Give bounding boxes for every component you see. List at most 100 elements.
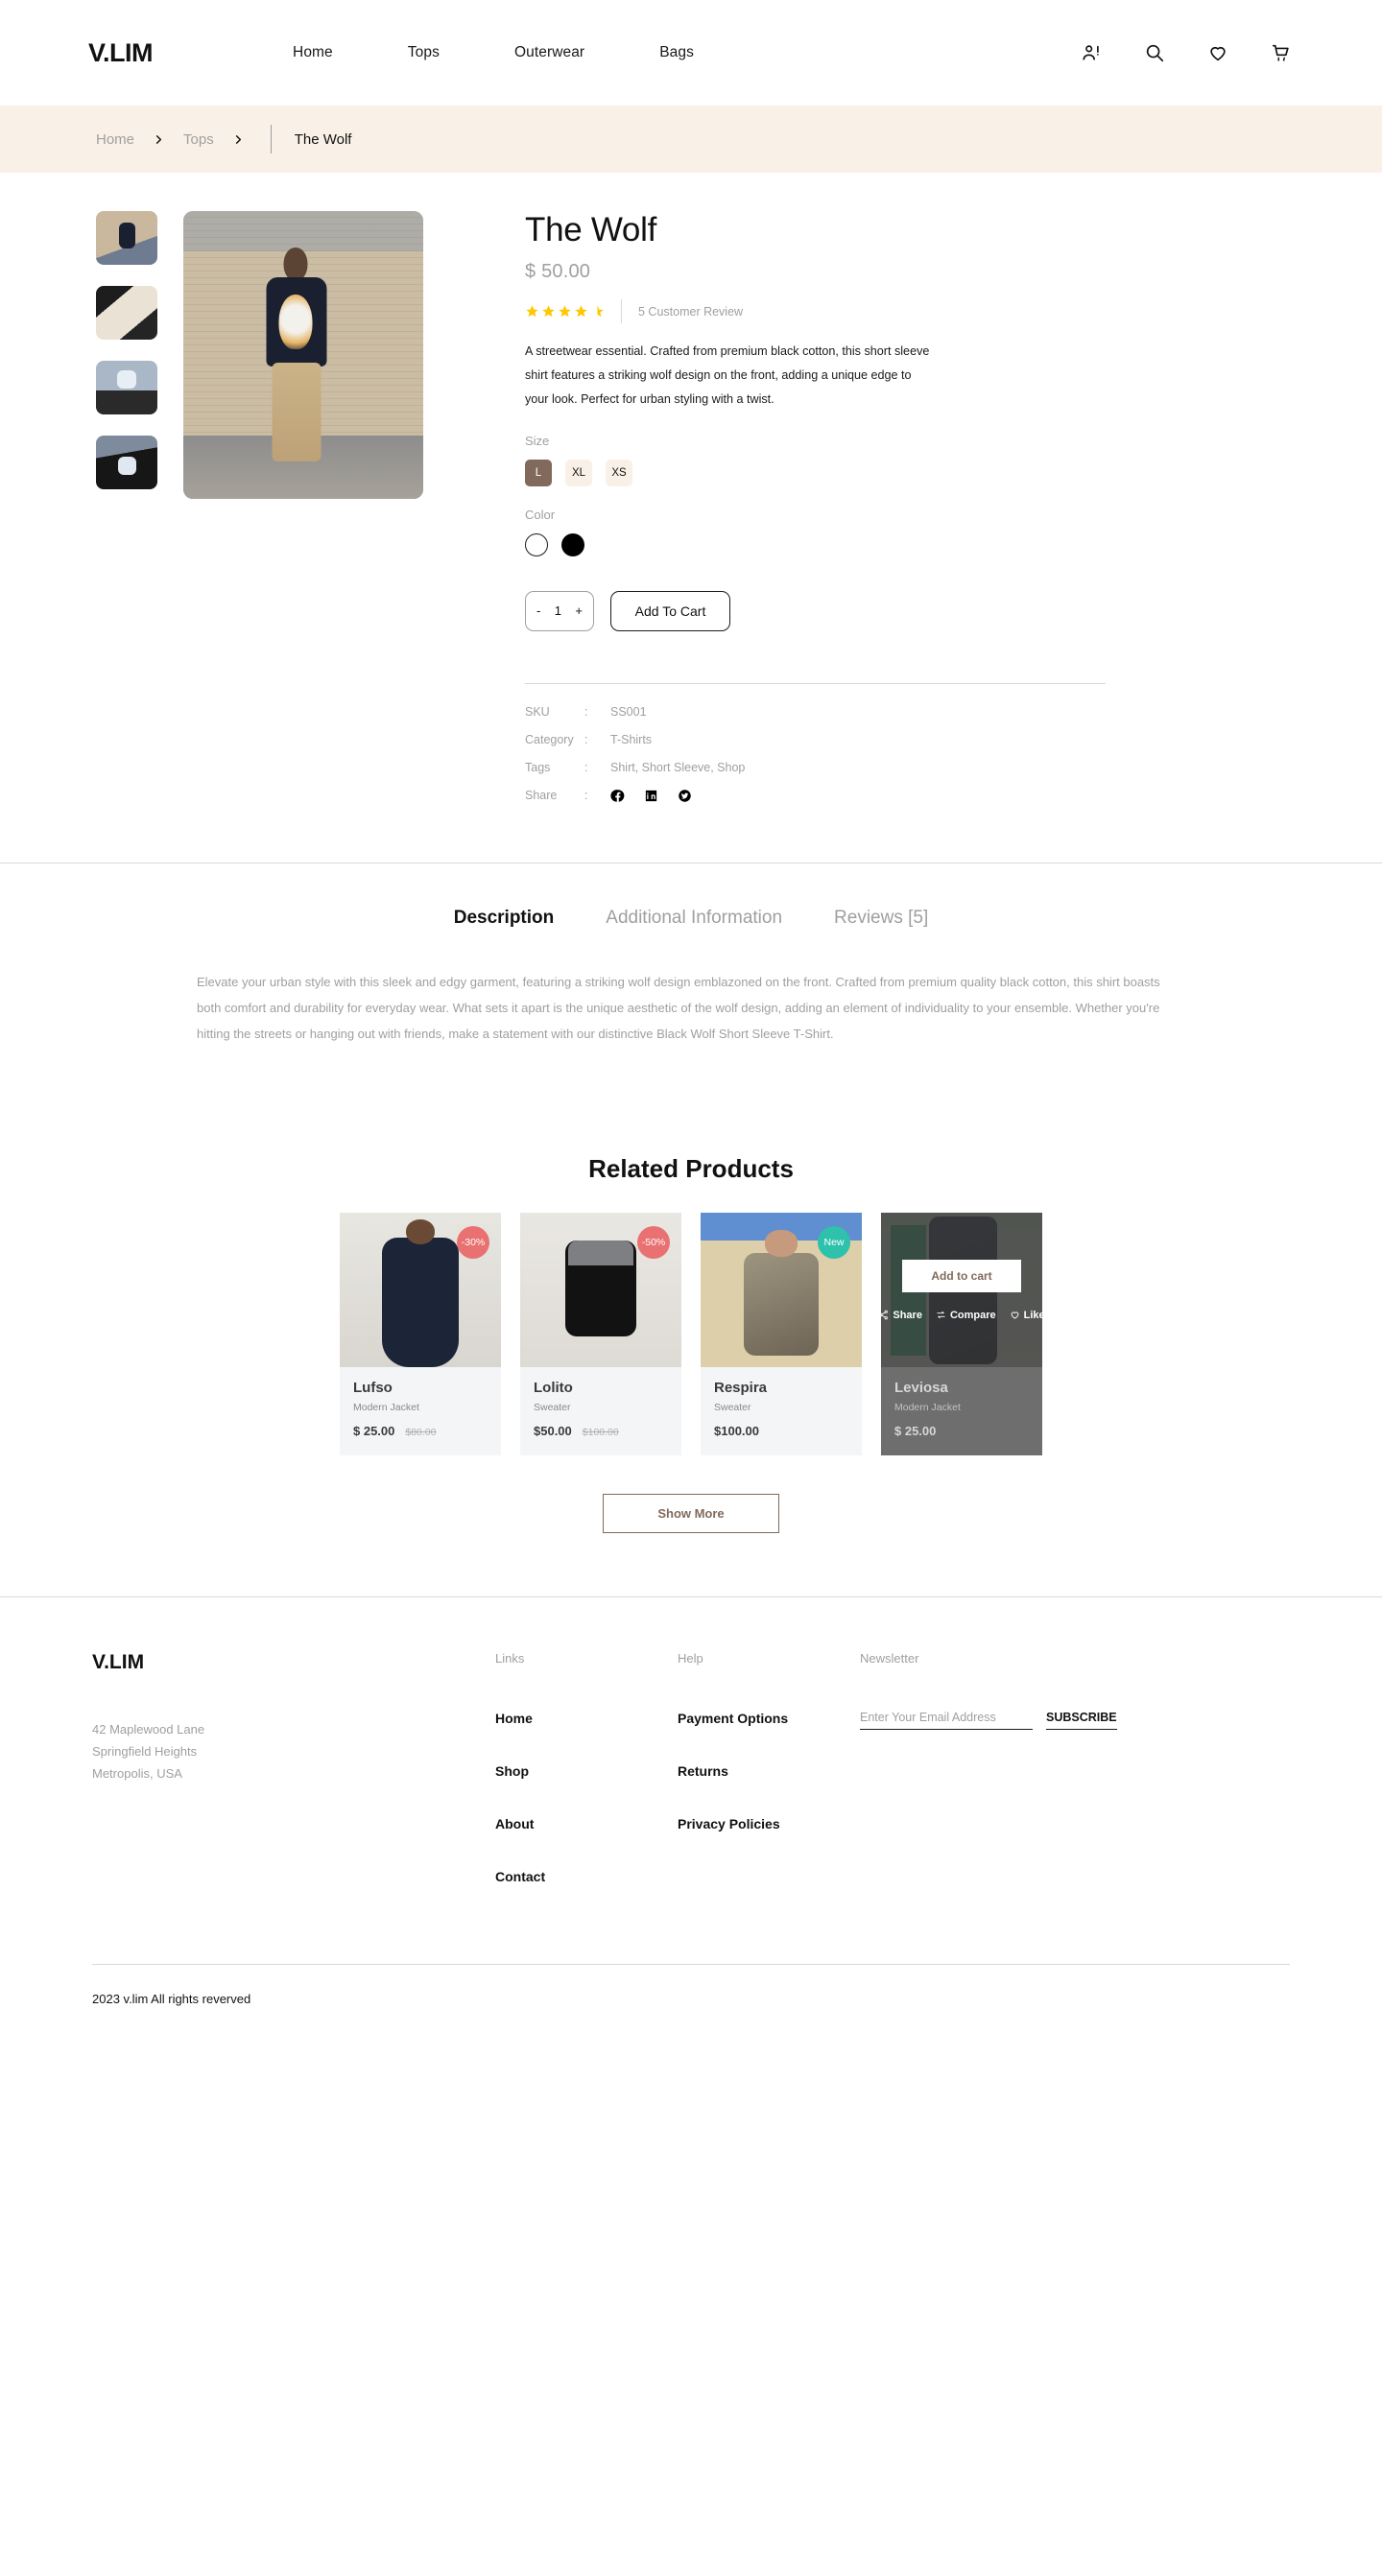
show-more-wrapper: Show More (0, 1494, 1382, 1534)
chevron-right-icon (154, 134, 164, 145)
discount-badge: -30% (457, 1226, 489, 1260)
product-card-lufso[interactable]: -30% Lufso Modern Jacket $ 25.00 $80.00 (340, 1213, 501, 1456)
overlay-compare-action[interactable]: Compare (936, 1310, 996, 1321)
star-icon-3 (559, 305, 571, 318)
product-card-image-lufso: -30% (340, 1213, 501, 1368)
footer-link-contact[interactable]: Contact (495, 1869, 678, 1884)
size-option-xl[interactable]: XL (565, 459, 592, 486)
thumbnail-list (96, 211, 157, 817)
nav-item-outerwear[interactable]: Outerwear (514, 44, 584, 61)
meta-colon-sku: : (584, 704, 588, 719)
quantity-decrease-button[interactable]: - (536, 603, 540, 618)
site-logo[interactable]: V.LIM (88, 38, 154, 68)
color-options (525, 532, 1018, 556)
size-option-xs[interactable]: XS (606, 459, 632, 486)
nav-item-tops[interactable]: Tops (408, 44, 440, 61)
product-card-image-leviosa: Add to cart Share Compare Like (881, 1213, 1042, 1368)
overlay-like-action[interactable]: Like (1010, 1310, 1042, 1321)
add-to-cart-button[interactable]: Add To Cart (610, 590, 730, 631)
product-card-body: Lolito Sweater $50.00 $100.00 (520, 1367, 681, 1455)
meta-value-tags[interactable]: Shirt, Short Sleeve, Shop (610, 761, 745, 774)
breadcrumb-current: The Wolf (294, 130, 352, 148)
color-swatch-white[interactable] (525, 532, 548, 556)
size-options: L XL XS (525, 459, 1018, 486)
quantity-stepper[interactable]: - 1 + (525, 590, 594, 631)
footer-link-returns[interactable]: Returns (678, 1763, 860, 1779)
subscribe-button[interactable]: SUBSCRIBE (1046, 1711, 1117, 1731)
overlay-add-to-cart-button[interactable]: Add to cart (902, 1259, 1021, 1292)
meta-value-category[interactable]: T-Shirts (610, 733, 652, 746)
footer-link-privacy-policies[interactable]: Privacy Policies (678, 1816, 860, 1832)
breadcrumb-item-tops[interactable]: Tops (183, 131, 214, 148)
color-swatch-black[interactable] (561, 532, 584, 556)
cart-icon[interactable] (1269, 40, 1294, 65)
breadcrumb-item-home[interactable]: Home (96, 131, 134, 148)
thumbnail-1[interactable] (96, 211, 157, 265)
linkedin-icon[interactable] (644, 789, 658, 803)
tab-description[interactable]: Description (454, 908, 555, 929)
account-icon[interactable] (1079, 40, 1104, 65)
product-card-lolito[interactable]: -50% Lolito Sweater $50.00 $100.00 (520, 1213, 681, 1456)
address-line-3: Metropolis, USA (92, 1765, 182, 1781)
footer-brand: V.LIM 42 Maplewood Lane Springfield Heig… (92, 1651, 495, 1922)
twitter-icon[interactable] (678, 789, 692, 803)
meta-row-tags: Tags : Shirt, Short Sleeve, Shop (525, 761, 1018, 774)
rating-divider (621, 299, 622, 323)
product-price: $ 50.00 (525, 261, 591, 282)
product-card-respira[interactable]: New Respira Sweater $100.00 (701, 1213, 862, 1456)
footer-link-shop[interactable]: Shop (495, 1763, 678, 1779)
tab-reviews[interactable]: Reviews [5] (834, 908, 928, 929)
site-footer: V.LIM 42 Maplewood Lane Springfield Heig… (0, 1597, 1382, 1922)
footer-logo[interactable]: V.LIM (92, 1651, 495, 1674)
search-icon[interactable] (1142, 40, 1167, 65)
address-line-2: Springfield Heights (92, 1744, 198, 1760)
footer-newsletter-heading: Newsletter (860, 1651, 919, 1666)
size-label: Size (525, 433, 550, 448)
star-icon-2 (542, 305, 555, 318)
site-header: V.LIM Home Tops Outerwear Bags (0, 0, 1382, 106)
thumbnail-3[interactable] (96, 361, 157, 414)
star-rating (525, 304, 605, 319)
product-card-hover-overlay: Add to cart Share Compare Like (881, 1213, 1042, 1368)
related-products-section: Related Products -30% Lufso Modern Jacke… (0, 1154, 1382, 1534)
newsletter-email-input[interactable] (860, 1711, 1033, 1731)
product-card-body: Lufso Modern Jacket $ 25.00 $80.00 (340, 1367, 501, 1455)
product-tabs: Description Additional Information Revie… (0, 908, 1382, 929)
star-icon-1 (526, 305, 538, 318)
quantity-increase-button[interactable]: + (575, 603, 583, 618)
tab-panel-description: Elevate your urban style with this sleek… (197, 974, 1160, 1042)
footer-links-column: Links Home Shop About Contact (495, 1651, 678, 1922)
breadcrumb-divider (270, 125, 272, 154)
nav-item-home[interactable]: Home (293, 44, 333, 61)
show-more-button[interactable]: Show More (603, 1494, 779, 1534)
meta-row-sku: SKU : SS001 (525, 705, 1018, 719)
new-badge: New (818, 1226, 850, 1260)
thumbnail-2[interactable] (96, 286, 157, 340)
thumbnail-4[interactable] (96, 436, 157, 489)
share-icon (881, 1311, 889, 1320)
rating-row: 5 Customer Review (525, 299, 1018, 323)
nav-item-bags[interactable]: Bags (659, 44, 694, 61)
tab-additional-information[interactable]: Additional Information (606, 908, 782, 929)
meta-key-sku: SKU (525, 704, 550, 719)
facebook-icon[interactable] (610, 789, 625, 803)
footer-link-payment-options[interactable]: Payment Options (678, 1711, 860, 1726)
meta-colon-tags: : (584, 760, 588, 774)
overlay-share-action[interactable]: Share (881, 1310, 922, 1321)
main-product-image[interactable] (183, 211, 423, 499)
product-title: The Wolf (525, 211, 657, 248)
footer-link-home[interactable]: Home (495, 1711, 678, 1726)
wishlist-heart-icon[interactable] (1205, 40, 1230, 65)
footer-help-heading: Help (678, 1651, 703, 1666)
size-option-l[interactable]: L (525, 459, 552, 486)
product-card-old-price: $80.00 (405, 1427, 437, 1439)
overlay-compare-label: Compare (949, 1309, 996, 1321)
star-icon-4 (575, 305, 587, 318)
review-count[interactable]: 5 Customer Review (638, 305, 743, 319)
product-card-leviosa[interactable]: Add to cart Share Compare Like Leviosa M… (881, 1213, 1042, 1456)
share-icons (610, 789, 692, 803)
meta-row-category: Category : T-Shirts (525, 733, 1018, 746)
footer-link-about[interactable]: About (495, 1816, 678, 1832)
newsletter-form: SUBSCRIBE (860, 1711, 1177, 1731)
related-products-title: Related Products (588, 1154, 794, 1184)
